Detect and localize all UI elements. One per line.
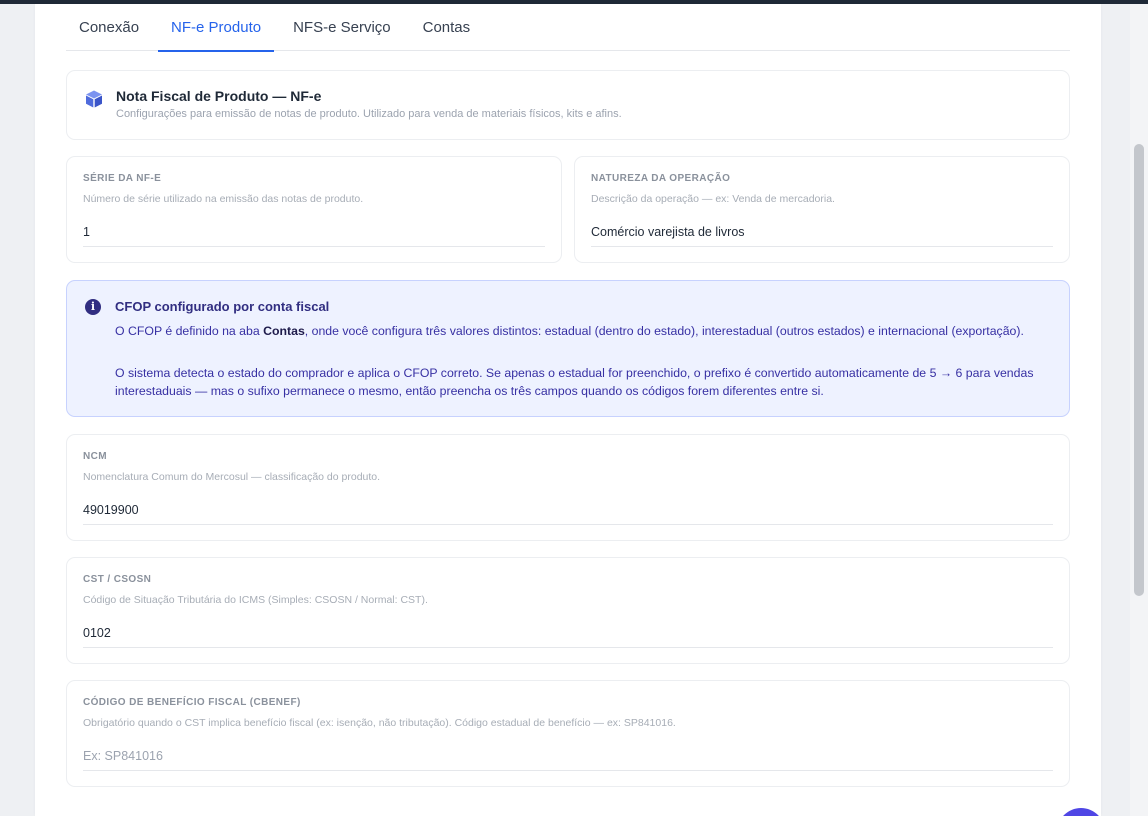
- info-paragraph-1: O CFOP é definido na aba Contas, onde vo…: [115, 322, 1045, 340]
- cfop-info-callout: i CFOP configurado por conta fiscal O CF…: [66, 280, 1070, 417]
- info-icon: i: [85, 299, 101, 315]
- ncm-label: NCM: [83, 451, 107, 462]
- natureza-card: Natureza da operação Descrição da operaç…: [574, 156, 1070, 263]
- scrollbar[interactable]: [1130, 4, 1148, 816]
- ncm-help: Nomenclatura Comum do Mercosul — classif…: [83, 471, 381, 483]
- serie-label: Série da NF-e: [83, 173, 162, 184]
- cst-help: Código de Situação Tributária do ICMS (S…: [83, 594, 428, 606]
- tab-bar: Conexão NF-e Produto NFS-e Serviço Conta…: [66, 4, 1070, 52]
- cbenef-help: Obrigatório quando o CST implica benefíc…: [83, 717, 676, 729]
- serie-input[interactable]: [83, 217, 545, 247]
- serie-help: Número de série utilizado na emissão das…: [83, 193, 364, 205]
- tab-nfse-servico[interactable]: NFS-e Serviço: [280, 4, 404, 51]
- info-title: CFOP configurado por conta fiscal: [115, 299, 330, 314]
- info-paragraph-2: O sistema detecta o estado do comprador …: [115, 366, 1034, 398]
- cbenef-input[interactable]: [83, 741, 1053, 771]
- cst-input[interactable]: [83, 618, 1053, 648]
- cbenef-card: Código de benefício fiscal (cBenef) Obri…: [66, 680, 1070, 787]
- natureza-help: Descrição da operação — ex: Venda de mer…: [591, 193, 835, 205]
- scrollbar-thumb[interactable]: [1134, 144, 1144, 596]
- cbenef-label: Código de benefício fiscal (cBenef): [83, 697, 301, 708]
- ncm-card: NCM Nomenclatura Comum do Mercosul — cla…: [66, 434, 1070, 541]
- natureza-label: Natureza da operação: [591, 173, 731, 184]
- box-icon: [86, 90, 102, 108]
- section-title: Nota Fiscal de Produto — NF-e: [116, 88, 322, 104]
- section-header-card: Nota Fiscal de Produto — NF-e Configuraç…: [66, 70, 1070, 140]
- info-p1-text: O CFOP é definido na aba: [115, 324, 264, 338]
- serie-card: Série da NF-e Número de série utilizado …: [66, 156, 562, 263]
- settings-panel: Conexão NF-e Produto NFS-e Serviço Conta…: [35, 4, 1101, 816]
- section-subtitle: Configurações para emissão de notas de p…: [116, 108, 622, 120]
- contas-tab-reference: Contas: [263, 324, 305, 338]
- tab-conexao[interactable]: Conexão: [66, 4, 152, 51]
- natureza-input[interactable]: [591, 217, 1053, 247]
- tab-nfe-produto[interactable]: NF-e Produto: [158, 4, 275, 52]
- ncm-input[interactable]: [83, 495, 1053, 525]
- info-p1-rest: , onde você configura três valores disti…: [304, 324, 1024, 338]
- cst-label: CST / CSOSN: [83, 574, 152, 585]
- cst-card: CST / CSOSN Código de Situação Tributári…: [66, 557, 1070, 664]
- tab-contas[interactable]: Contas: [410, 4, 484, 51]
